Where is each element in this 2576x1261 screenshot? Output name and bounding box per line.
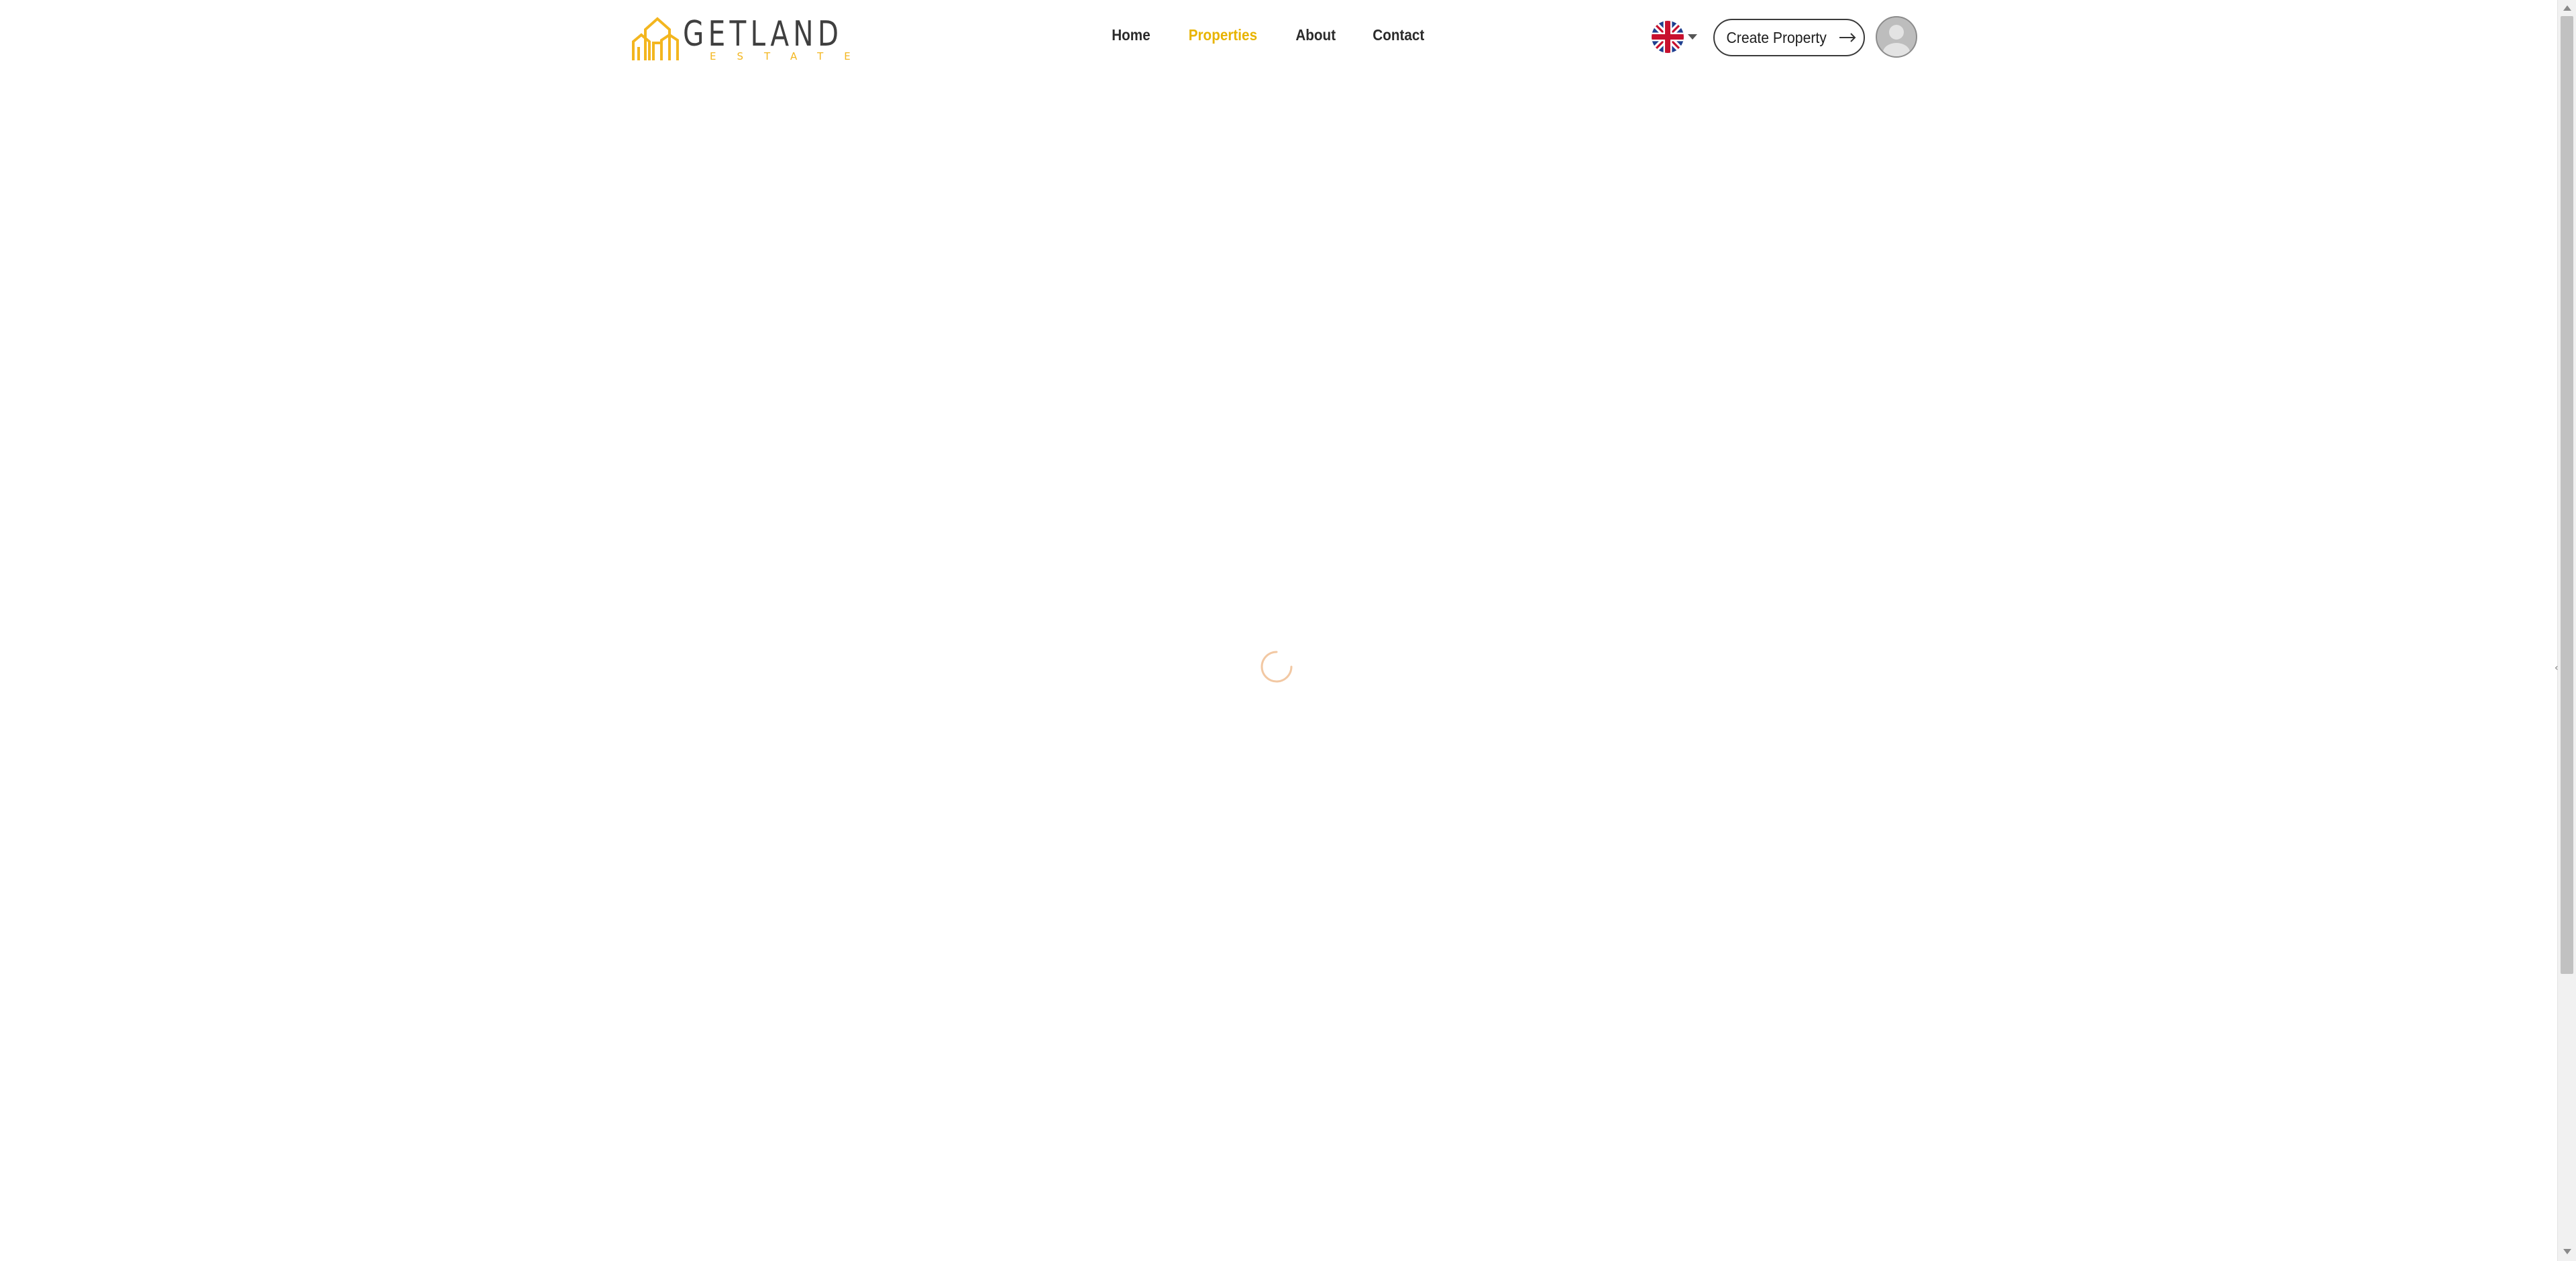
create-property-label: Create Property — [1726, 28, 1827, 46]
nav-item-about[interactable]: About — [1281, 20, 1350, 50]
create-property-button[interactable]: Create Property — [1713, 19, 1865, 56]
scroll-up-arrow-icon[interactable] — [2563, 5, 2571, 11]
uk-flag-icon — [1652, 21, 1684, 53]
nav-item-home[interactable]: Home — [1097, 20, 1165, 50]
brand-name: GETLAND — [683, 14, 843, 54]
nav-item-properties[interactable]: Properties — [1174, 20, 1272, 50]
page-scrollbar[interactable] — [2557, 0, 2576, 1261]
brand-wordmark: GETLAND ESTATE — [683, 15, 851, 62]
nav-item-contact[interactable]: Contact — [1358, 20, 1439, 50]
brand-logo[interactable]: GETLAND ESTATE — [631, 13, 851, 63]
user-avatar-icon — [1883, 25, 1910, 56]
page: GETLAND ESTATE Home Properties About Con… — [0, 0, 2576, 1261]
arrow-right-icon — [1839, 33, 1856, 42]
loading-spinner-icon — [1260, 651, 1293, 683]
brand-tagline: ESTATE — [710, 50, 871, 62]
language-selector[interactable] — [1652, 20, 1699, 54]
side-panel-toggle-icon[interactable]: ‹ — [2555, 663, 2559, 673]
caret-down-icon — [1688, 34, 1697, 40]
building-logo-icon — [632, 17, 679, 60]
scroll-down-arrow-icon[interactable] — [2563, 1249, 2571, 1254]
scroll-thumb[interactable] — [2561, 16, 2573, 974]
user-avatar[interactable] — [1876, 16, 1917, 58]
main-nav: Home Properties About Contact — [1093, 20, 1444, 50]
site-header: GETLAND ESTATE Home Properties About Con… — [0, 0, 2557, 75]
